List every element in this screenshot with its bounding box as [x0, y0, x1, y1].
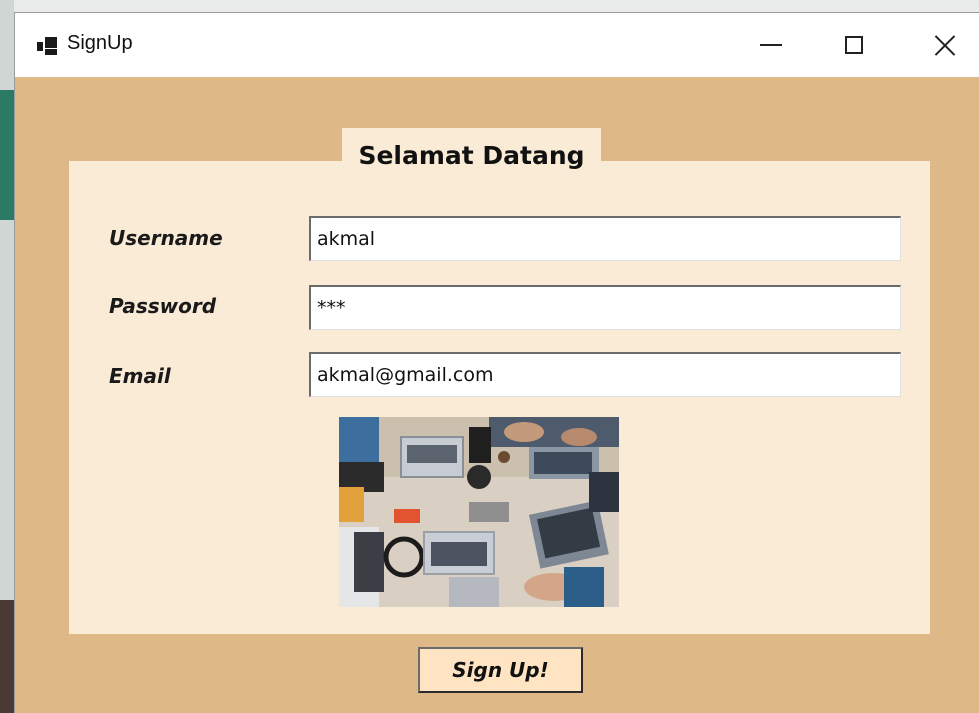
email-label: Email	[109, 364, 171, 388]
title-bar[interactable]: SignUp	[15, 13, 979, 77]
background-window-strip	[0, 0, 14, 713]
email-field[interactable]	[309, 352, 901, 397]
office-desk-photo	[339, 417, 619, 607]
signup-window: SignUp Selamat Datang Username Password …	[14, 12, 979, 713]
maximize-icon	[845, 36, 863, 54]
background-window-edge	[0, 0, 979, 12]
username-label: Username	[109, 226, 223, 250]
username-field[interactable]	[309, 216, 901, 261]
close-icon	[934, 34, 956, 56]
close-button[interactable]	[922, 23, 968, 67]
app-icon	[37, 37, 59, 55]
welcome-heading: Selamat Datang	[342, 128, 601, 182]
password-label: Password	[109, 294, 217, 318]
minimize-icon	[760, 44, 782, 46]
sign-up-button[interactable]: Sign Up!	[418, 647, 583, 693]
password-field[interactable]	[309, 285, 901, 330]
minimize-button[interactable]	[748, 23, 794, 67]
office-desk-laptops-photo-icon	[339, 417, 619, 607]
window-title: SignUp	[67, 32, 133, 54]
maximize-button[interactable]	[831, 23, 877, 67]
